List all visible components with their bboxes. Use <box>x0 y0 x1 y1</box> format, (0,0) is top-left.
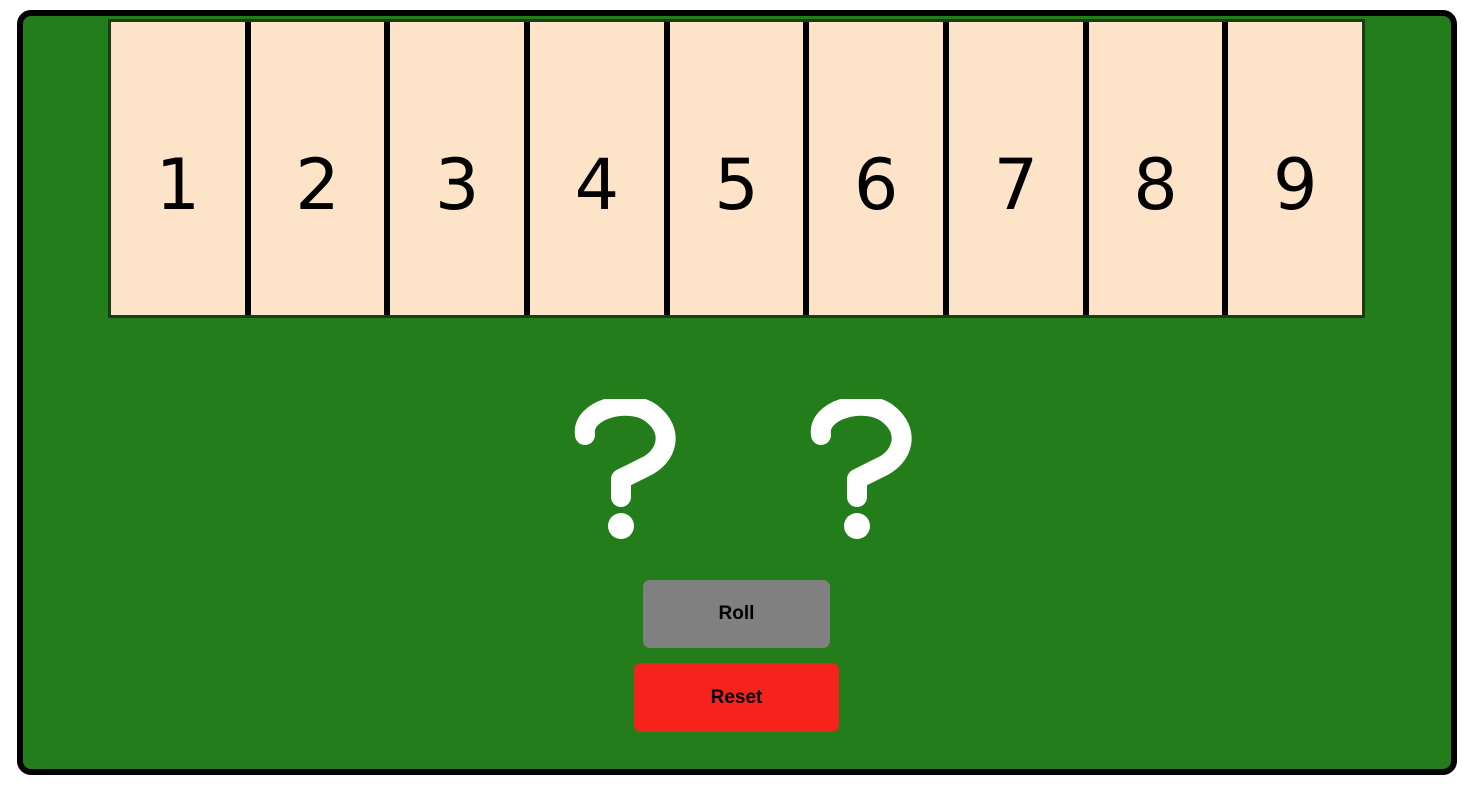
tile-7[interactable]: 7 <box>949 22 1089 315</box>
tile-8[interactable]: 8 <box>1088 22 1229 315</box>
tile-3[interactable]: 3 <box>390 22 531 315</box>
tile-row: 1 2 3 4 5 6 7 8 9 <box>108 19 1365 318</box>
tile-4[interactable]: 4 <box>530 22 670 315</box>
game-board: 1 2 3 4 5 6 7 8 9 Roll Reset <box>17 10 1457 775</box>
tile-6[interactable]: 6 <box>809 22 950 315</box>
question-mark-icon <box>810 399 912 539</box>
tile-2[interactable]: 2 <box>250 22 391 315</box>
tile-9[interactable]: 9 <box>1228 22 1363 315</box>
die-1 <box>571 399 681 549</box>
tile-5[interactable]: 5 <box>669 22 810 315</box>
tile-1[interactable]: 1 <box>111 22 251 315</box>
die-2 <box>807 399 917 549</box>
roll-button[interactable]: Roll <box>643 580 830 648</box>
reset-button[interactable]: Reset <box>634 663 839 732</box>
question-mark-icon <box>574 399 676 539</box>
